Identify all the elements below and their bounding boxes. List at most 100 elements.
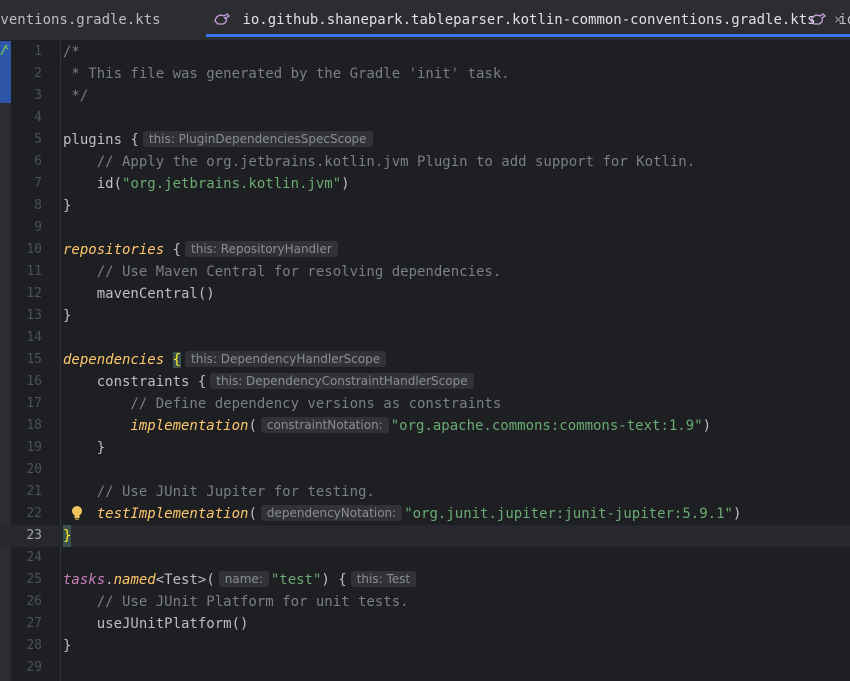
line-number: 4 (34, 110, 42, 125)
plugins-keyword: plugins (63, 132, 123, 148)
line-number: 7 (34, 176, 42, 191)
comment-text: // Use JUnit Platform for unit tests. (63, 594, 409, 610)
code-line[interactable]: 2 * This file was generated by the Gradl… (0, 63, 850, 85)
code-line[interactable]: 11 // Use Maven Central for resolving de… (0, 261, 850, 283)
line-number: 19 (26, 440, 42, 455)
line-number: 10 (26, 242, 42, 257)
implementation-call: implementation (63, 418, 249, 434)
code-line[interactable]: 27 useJUnitPlatform() (0, 613, 850, 635)
inlay-hint: this: RepositoryHandler (185, 241, 338, 257)
line-number: 22 (26, 506, 42, 521)
code-line[interactable]: 3 */ (0, 85, 850, 107)
code-line[interactable]: 16 constraints {this: DependencyConstrai… (0, 371, 850, 393)
close-paren: ) (702, 418, 712, 434)
tasks-keyword: tasks (63, 572, 106, 588)
close-brace: } (63, 440, 106, 456)
code-line[interactable]: 1 /* (0, 41, 850, 63)
inlay-hint: this: PluginDependenciesSpecScope (142, 131, 373, 147)
line-number: 15 (26, 352, 42, 367)
line-number: 12 (26, 286, 42, 301)
line-number: 18 (26, 418, 42, 433)
line-number: 21 (26, 484, 42, 499)
test-implementation-call: testImplementation (63, 506, 249, 522)
current-code-line[interactable]: 23 } (0, 525, 850, 547)
id-call: id( (63, 176, 123, 192)
dependencies-keyword: dependencies (63, 352, 165, 368)
tab-next-label: io (838, 12, 850, 28)
code-line[interactable]: 26 // Use JUnit Platform for unit tests. (0, 591, 850, 613)
code-line[interactable]: 4 (0, 107, 850, 129)
line-number: 20 (26, 462, 42, 477)
comment-text: */ (63, 88, 89, 104)
inlay-hint: this: DependencyHandlerScope (185, 351, 387, 367)
open-brace: { (164, 242, 182, 258)
code-line[interactable]: 14 (0, 327, 850, 349)
tab-active-file[interactable]: io.github.shanepark.tableparser.kotlin-c… (206, 0, 850, 40)
string-literal: "org.jetbrains.kotlin.jvm" (122, 176, 342, 192)
code-line[interactable]: 9 (0, 217, 850, 239)
line-number: 2 (34, 66, 42, 81)
close-brace: } (63, 198, 72, 214)
tab-next-file[interactable]: io (810, 0, 850, 40)
inlay-hint: constraintNotation: (260, 417, 389, 433)
line-number: 3 (34, 88, 42, 103)
string-literal: "org.apache.commons:commons-text:1.9" (390, 418, 703, 434)
line-number: 8 (34, 198, 42, 213)
code-line[interactable]: 15 dependencies {this: DependencyHandler… (0, 349, 850, 371)
comment-text: // Define dependency versions as constra… (63, 396, 502, 412)
comment-text: // Apply the org.jetbrains.kotlin.jvm Pl… (63, 154, 696, 170)
line-number: 6 (34, 154, 42, 169)
inlay-hint: this: Test (350, 571, 417, 587)
code-line[interactable]: 10 repositories {this: RepositoryHandler (0, 239, 850, 261)
code-line[interactable]: 13 } (0, 305, 850, 327)
code-line[interactable]: 18 implementation(constraintNotation: "or… (0, 415, 850, 437)
line-number: 26 (26, 594, 42, 609)
code-line[interactable]: 28 } (0, 635, 850, 657)
string-literal: "test" (270, 572, 322, 588)
line-number: 23 (26, 528, 42, 543)
code-editor[interactable]: 1 /* 2 * This file was generated by the … (0, 41, 850, 681)
code-line[interactable]: 25 tasks.named<Test>(name: "test") {this:… (0, 569, 850, 591)
tab-previous-label: nventions.gradle.kts (0, 12, 161, 28)
code-line[interactable]: 6 // Apply the org.jetbrains.kotlin.jvm … (0, 151, 850, 173)
close-brace: } (63, 638, 72, 654)
maven-central-call: mavenCentral() (63, 286, 215, 302)
close-paren-brace: ) { (321, 572, 347, 588)
line-number: 29 (26, 660, 42, 675)
constraints-keyword: constraints (63, 374, 190, 390)
matched-brace: { (172, 352, 182, 368)
tab-previous-file[interactable]: nventions.gradle.kts (0, 0, 161, 40)
string-literal: "org.junit.jupiter:junit-jupiter:5.9.1" (404, 506, 733, 522)
code-line[interactable]: 20 (0, 459, 850, 481)
code-line[interactable]: 24 (0, 547, 850, 569)
editor-tab-bar: nventions.gradle.kts io.github.shanepark… (0, 0, 850, 41)
line-number: 11 (26, 264, 42, 279)
line-number: 14 (26, 330, 42, 345)
line-number: 27 (26, 616, 42, 631)
code-line[interactable]: 17 // Define dependency versions as cons… (0, 393, 850, 415)
code-line[interactable]: 19 } (0, 437, 850, 459)
code-line[interactable]: 5 plugins {this: PluginDependenciesSpecS… (0, 129, 850, 151)
use-junit-platform-call: useJUnitPlatform() (63, 616, 249, 632)
code-line[interactable]: 29 (0, 657, 850, 679)
open-brace: { (122, 132, 139, 148)
comment-text: /* (63, 44, 80, 60)
line-number: 9 (34, 220, 42, 235)
open-paren: ( (248, 418, 257, 434)
lightbulb-icon[interactable] (70, 505, 84, 521)
code-line[interactable]: 22 testImplementation(dependencyNotation… (0, 503, 850, 525)
comment-text: // Use Maven Central for resolving depen… (63, 264, 502, 280)
comment-text: // Use JUnit Jupiter for testing. (63, 484, 375, 500)
line-number: 1 (34, 44, 42, 59)
line-number: 25 (26, 572, 42, 587)
dot: . (105, 572, 114, 588)
code-line[interactable]: 7 id("org.jetbrains.kotlin.jvm") (0, 173, 850, 195)
code-line[interactable]: 21 // Use JUnit Jupiter for testing. (0, 481, 850, 503)
line-number: 24 (26, 550, 42, 565)
code-line[interactable]: 8 } (0, 195, 850, 217)
named-call: named (113, 572, 156, 588)
close-brace: } (63, 308, 72, 324)
code-line[interactable]: 12 mavenCentral() (0, 283, 850, 305)
line-number: 13 (26, 308, 42, 323)
kotlin-gradle-file-icon (810, 2, 827, 25)
